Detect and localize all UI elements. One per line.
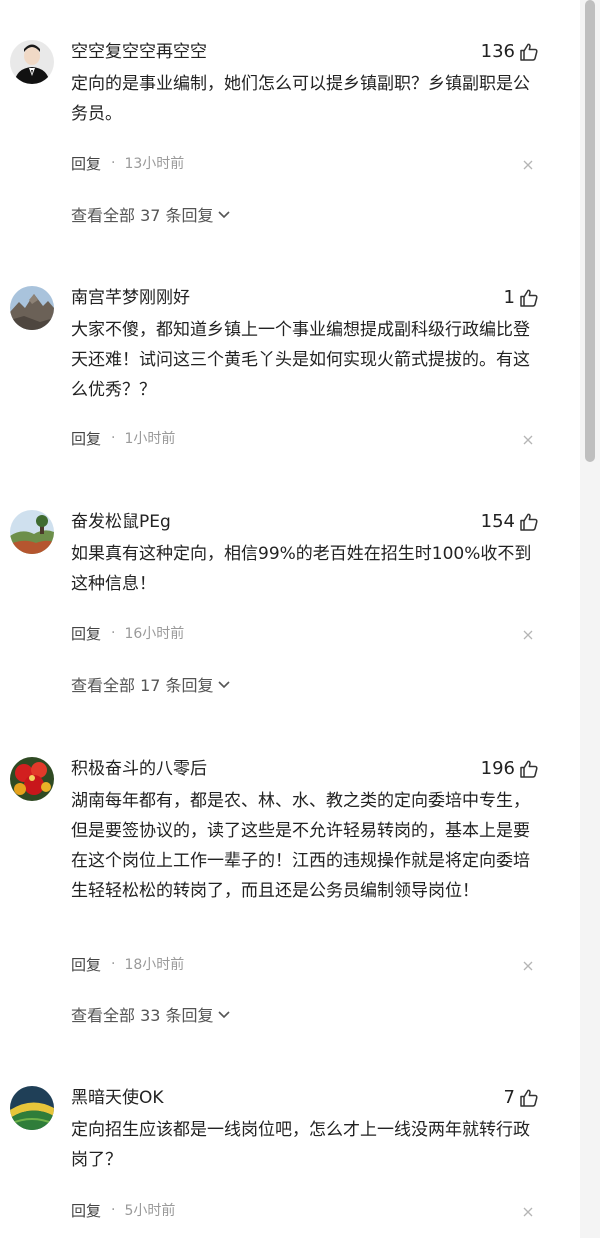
reply-button[interactable]: 回复 bbox=[71, 1200, 101, 1221]
close-icon[interactable] bbox=[522, 629, 534, 641]
user-avatar-flowers-icon[interactable] bbox=[10, 757, 54, 801]
thumbs-up-icon bbox=[519, 42, 539, 62]
close-icon[interactable] bbox=[522, 1206, 534, 1218]
scrollbar-thumb[interactable] bbox=[585, 0, 595, 462]
comment-meta: 回复 · 1小时前 bbox=[71, 427, 175, 449]
chevron-down-icon bbox=[214, 1009, 231, 1019]
view-all-replies-button[interactable]: 查看全部 37 条回复 bbox=[71, 202, 231, 226]
like-count: 196 bbox=[480, 758, 515, 779]
separator-dot: · bbox=[111, 430, 116, 446]
timestamp: 16小时前 bbox=[124, 626, 185, 642]
like-button[interactable]: 7 bbox=[504, 1086, 539, 1110]
comments-page: 空空复空空再空空 136 定向的是事业编制，她们怎么可以提乡镇副职？乡镇副职是公… bbox=[0, 0, 600, 1238]
like-count: 1 bbox=[503, 287, 515, 308]
user-avatar-suit-icon[interactable] bbox=[10, 40, 54, 84]
comment-meta: 回复 · 13小时前 bbox=[71, 152, 184, 174]
like-count: 136 bbox=[480, 41, 515, 62]
thumbs-up-icon bbox=[519, 512, 539, 532]
comment-text: 大家不傻，都知道乡镇上一个事业编想提成副科级行政编比登天还难！试问这三个黄毛丫头… bbox=[71, 320, 530, 400]
chevron-down-icon bbox=[214, 209, 231, 219]
comment-meta: 回复 · 5小时前 bbox=[71, 1199, 175, 1221]
thumbs-up-icon bbox=[519, 759, 539, 779]
reply-button[interactable]: 回复 bbox=[71, 954, 101, 975]
reply-button[interactable]: 回复 bbox=[71, 153, 101, 174]
comment-text: 如果真有这种定向，相信99%的老百姓在招生时100%收不到这种信息！ bbox=[71, 544, 532, 594]
thumbs-up-icon bbox=[519, 288, 539, 308]
user-avatar-landscape-icon[interactable] bbox=[10, 510, 54, 554]
timestamp: 1小时前 bbox=[124, 431, 176, 447]
username[interactable]: 空空复空空再空空 bbox=[71, 40, 207, 64]
separator-dot: · bbox=[111, 1202, 116, 1218]
reply-button[interactable]: 回复 bbox=[71, 623, 101, 644]
close-icon[interactable] bbox=[522, 434, 534, 446]
username[interactable]: 黑暗天使OK bbox=[71, 1086, 164, 1110]
view-all-replies-label: 查看全部 33 条回复 bbox=[71, 1006, 214, 1025]
comment-text: 定向招生应该都是一线岗位吧，怎么才上一线没两年就转行政岗了？ bbox=[71, 1120, 530, 1170]
view-all-replies-label: 查看全部 17 条回复 bbox=[71, 676, 214, 695]
timestamp: 18小时前 bbox=[124, 957, 185, 973]
view-all-replies-button[interactable]: 查看全部 33 条回复 bbox=[71, 1002, 231, 1026]
close-icon[interactable] bbox=[522, 960, 534, 972]
user-avatar-mountain-icon[interactable] bbox=[10, 286, 54, 330]
like-button[interactable]: 1 bbox=[504, 286, 539, 310]
timestamp: 13小时前 bbox=[124, 156, 185, 172]
comment-meta: 回复 · 18小时前 bbox=[71, 953, 184, 975]
username[interactable]: 积极奋斗的八零后 bbox=[71, 757, 207, 781]
like-button[interactable]: 136 bbox=[481, 40, 539, 64]
separator-dot: · bbox=[111, 625, 116, 641]
reply-button[interactable]: 回复 bbox=[71, 428, 101, 449]
like-button[interactable]: 196 bbox=[481, 757, 539, 781]
view-all-replies-button[interactable]: 查看全部 17 条回复 bbox=[71, 672, 231, 696]
comment-text: 湖南每年都有，都是农、林、水、教之类的定向委培中专生，但是要签协议的，读了这些是… bbox=[71, 791, 530, 901]
comment-text: 定向的是事业编制，她们怎么可以提乡镇副职？乡镇副职是公务员。 bbox=[71, 74, 530, 124]
chevron-down-icon bbox=[214, 679, 231, 689]
thumbs-up-icon bbox=[519, 1088, 539, 1108]
user-avatar-fields-icon[interactable] bbox=[10, 1086, 54, 1130]
separator-dot: · bbox=[111, 956, 116, 972]
view-all-replies-label: 查看全部 37 条回复 bbox=[71, 206, 214, 225]
like-count: 154 bbox=[480, 511, 515, 532]
comment-meta: 回复 · 16小时前 bbox=[71, 622, 184, 644]
close-icon[interactable] bbox=[522, 159, 534, 171]
username[interactable]: 南宫芊梦刚刚好 bbox=[71, 286, 190, 310]
like-count: 7 bbox=[503, 1087, 515, 1108]
timestamp: 5小时前 bbox=[124, 1203, 176, 1219]
separator-dot: · bbox=[111, 155, 116, 171]
scrollbar-track[interactable] bbox=[580, 0, 600, 1238]
username[interactable]: 奋发松鼠PEg bbox=[71, 510, 171, 534]
like-button[interactable]: 154 bbox=[481, 510, 539, 534]
